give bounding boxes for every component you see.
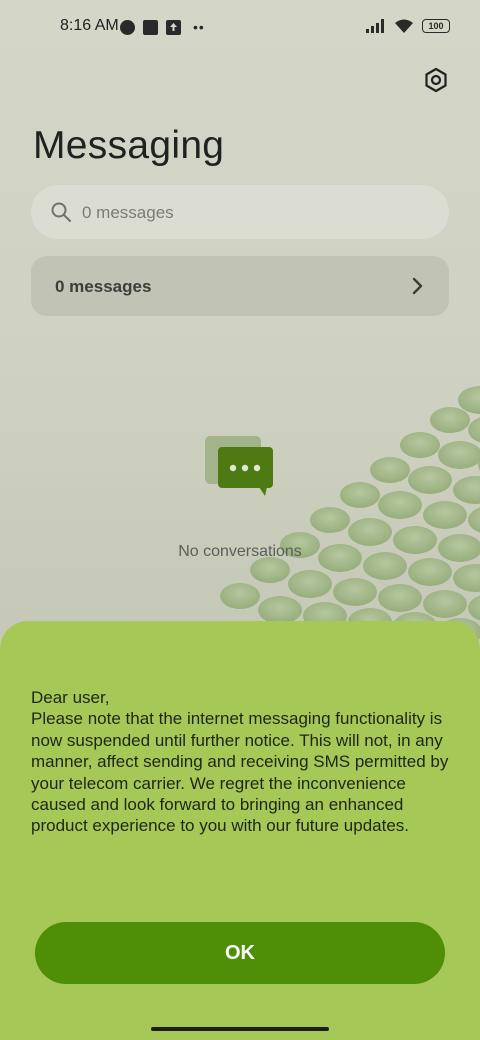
more-dots-icon: •• <box>193 19 205 35</box>
notice-text: Dear user, Please note that the internet… <box>31 688 449 836</box>
vpn-icon <box>120 19 135 35</box>
empty-state-text: No conversations <box>178 543 302 560</box>
page-title: Messaging <box>33 124 225 167</box>
messaging-screen: 8:16 AM •• 100 Messaging 0 messages 0 me… <box>0 0 480 1040</box>
battery-icon: 100 <box>422 19 450 33</box>
upload-icon <box>166 19 181 35</box>
messages-row[interactable]: 0 messages <box>31 256 449 316</box>
gear-icon <box>425 67 447 93</box>
home-indicator[interactable] <box>151 1027 329 1031</box>
messages-row-label: 0 messages <box>55 277 152 296</box>
chevron-right-icon <box>412 277 423 295</box>
app-square-icon <box>143 19 158 35</box>
ok-button[interactable]: OK <box>35 922 445 984</box>
wifi-icon <box>395 19 413 33</box>
system-icons: 100 <box>366 18 450 34</box>
chat-bubble-icon <box>205 436 273 496</box>
search-input[interactable]: 0 messages <box>82 203 174 223</box>
search-icon <box>51 202 71 222</box>
status-time: 8:16 AM <box>60 17 119 34</box>
signal-icon <box>366 19 384 33</box>
search-bar[interactable]: 0 messages <box>31 185 449 239</box>
notification-icons: •• <box>120 19 205 35</box>
status-bar: 8:16 AM •• 100 <box>0 0 480 56</box>
settings-button[interactable] <box>420 64 452 96</box>
